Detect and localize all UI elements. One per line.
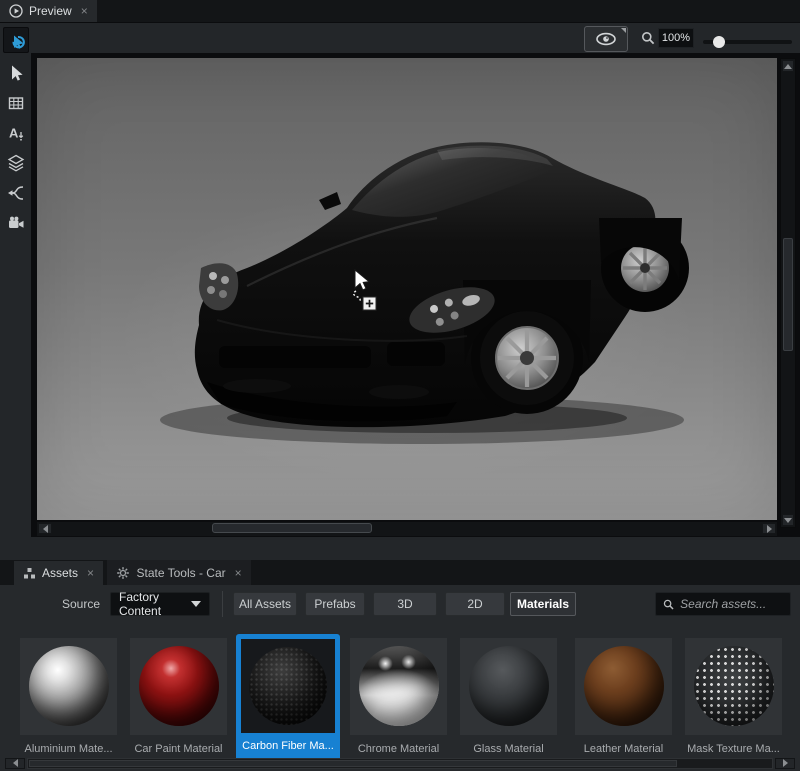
material-label: Car Paint Material <box>130 743 227 755</box>
material-label: Carbon Fiber Ma... <box>236 740 340 752</box>
assets-pane: Assets × State Tools - Car × Source Fact… <box>0 560 800 771</box>
material-tile-aluminium[interactable]: Aluminium Mate... <box>20 638 117 755</box>
carbon-fiber-sphere <box>249 647 327 725</box>
grid-scroll-right-button[interactable] <box>775 758 795 769</box>
gear-icon <box>116 566 130 580</box>
dropdown-corner-icon <box>621 28 626 33</box>
asset-grid: Aluminium Mate... Car Paint Material Car… <box>0 634 800 759</box>
filter-2d-button[interactable]: 2D <box>445 592 505 616</box>
camera-tool-button[interactable] <box>3 210 29 236</box>
tab-assets-close-icon[interactable]: × <box>87 567 94 579</box>
eye-icon <box>595 32 617 46</box>
material-label: Glass Material <box>460 743 557 755</box>
glass-sphere <box>469 646 549 726</box>
table-grid-icon <box>7 94 25 112</box>
grid-scroll-thumb[interactable] <box>29 760 677 767</box>
search-box[interactable] <box>655 592 791 616</box>
material-label: Leather Material <box>575 743 672 755</box>
source-dropdown[interactable]: Factory Content <box>110 592 210 616</box>
scroll-up-button[interactable] <box>782 60 794 72</box>
viewport-vertical-scrollbar[interactable] <box>780 58 796 528</box>
table-tool-button[interactable] <box>3 90 29 116</box>
chrome-sphere <box>359 646 439 726</box>
zoom-value-field[interactable]: 100% <box>658 28 694 48</box>
select-tool-button[interactable] <box>3 60 29 86</box>
interact-cursor-icon <box>6 30 26 50</box>
blocks-icon <box>23 567 36 580</box>
material-tile-car-paint[interactable]: Car Paint Material <box>130 638 227 755</box>
source-dropdown-value: Factory Content <box>119 590 191 618</box>
scroll-left-button[interactable] <box>38 523 52 534</box>
tab-state-tools-label: State Tools - Car <box>136 566 225 580</box>
tab-preview-label: Preview <box>29 4 72 18</box>
interact-tool-button[interactable] <box>3 27 29 53</box>
material-label: Mask Texture Ma... <box>685 743 782 755</box>
scroll-down-button[interactable] <box>782 514 794 526</box>
search-icon <box>663 598 674 611</box>
car-paint-sphere <box>139 646 219 726</box>
source-label: Source <box>62 597 100 611</box>
mask-texture-sphere <box>694 646 774 726</box>
layers-tool-button[interactable] <box>3 150 29 176</box>
grid-scroll-left-button[interactable] <box>5 758 25 769</box>
select-arrow-icon <box>7 64 25 82</box>
tab-assets-label: Assets <box>42 566 78 580</box>
up-arrow-icon <box>784 64 792 69</box>
vertical-scroll-thumb[interactable] <box>783 238 793 351</box>
zoom-magnifier-icon <box>641 31 655 45</box>
filter-materials-button[interactable]: Materials <box>510 592 576 616</box>
play-circle-icon <box>9 4 23 18</box>
text-tool-button[interactable]: A <box>3 120 29 146</box>
connection-split-icon <box>7 184 25 202</box>
visibility-button[interactable] <box>584 26 628 52</box>
left-arrow-icon <box>43 525 48 533</box>
material-tile-chrome[interactable]: Chrome Material <box>350 638 447 755</box>
text-insert-icon: A <box>7 124 25 142</box>
top-tab-bar: Preview × <box>0 0 800 23</box>
tab-assets[interactable]: Assets × <box>14 561 103 586</box>
tab-state-tools[interactable]: State Tools - Car × <box>107 560 250 585</box>
viewport-canvas[interactable] <box>37 58 777 520</box>
filter-prefabs-button[interactable]: Prefabs <box>305 592 365 616</box>
down-arrow-icon <box>784 518 792 523</box>
layers-icon <box>7 154 25 172</box>
car-side-mirror <box>319 192 341 210</box>
left-arrow-icon <box>13 759 18 767</box>
viewport-frame <box>31 53 800 537</box>
asset-filter-row: Source Factory Content All Assets Prefab… <box>0 591 800 617</box>
material-tile-carbon-fiber-selected[interactable]: Carbon Fiber Ma... <box>236 634 340 762</box>
aluminium-sphere <box>29 646 109 726</box>
viewport-horizontal-scrollbar[interactable] <box>37 522 777 536</box>
preview-pane: A <box>0 23 800 560</box>
mouse-cursor <box>343 268 385 316</box>
bottom-tab-bar: Assets × State Tools - Car × <box>0 560 800 585</box>
filter-all-assets-button[interactable]: All Assets <box>233 592 297 616</box>
svg-text:A: A <box>9 126 19 141</box>
tab-state-tools-close-icon[interactable]: × <box>235 567 242 579</box>
zoom-slider[interactable] <box>703 40 792 44</box>
tab-preview-close-icon[interactable]: × <box>81 5 88 17</box>
divider <box>222 591 223 617</box>
material-label: Chrome Material <box>350 743 447 755</box>
material-label: Aluminium Mate... <box>20 743 117 755</box>
right-arrow-icon <box>767 525 772 533</box>
camera-icon <box>7 214 25 232</box>
material-tile-mask-texture[interactable]: Mask Texture Ma... <box>685 638 782 755</box>
search-input[interactable] <box>680 597 783 611</box>
material-tile-glass[interactable]: Glass Material <box>460 638 557 755</box>
connections-tool-button[interactable] <box>3 180 29 206</box>
filter-3d-button[interactable]: 3D <box>373 592 437 616</box>
grid-scroll-track[interactable] <box>27 758 773 769</box>
asset-grid-horizontal-scrollbar[interactable] <box>5 757 795 769</box>
chevron-down-icon <box>191 601 201 607</box>
car-3d-model <box>137 130 692 450</box>
right-arrow-icon <box>783 759 788 767</box>
tab-preview[interactable]: Preview × <box>0 0 97 22</box>
leather-sphere <box>584 646 664 726</box>
horizontal-scroll-thumb[interactable] <box>212 523 372 533</box>
zoom-slider-handle[interactable] <box>713 36 725 48</box>
material-tile-leather[interactable]: Leather Material <box>575 638 672 755</box>
scroll-right-button[interactable] <box>762 523 776 534</box>
